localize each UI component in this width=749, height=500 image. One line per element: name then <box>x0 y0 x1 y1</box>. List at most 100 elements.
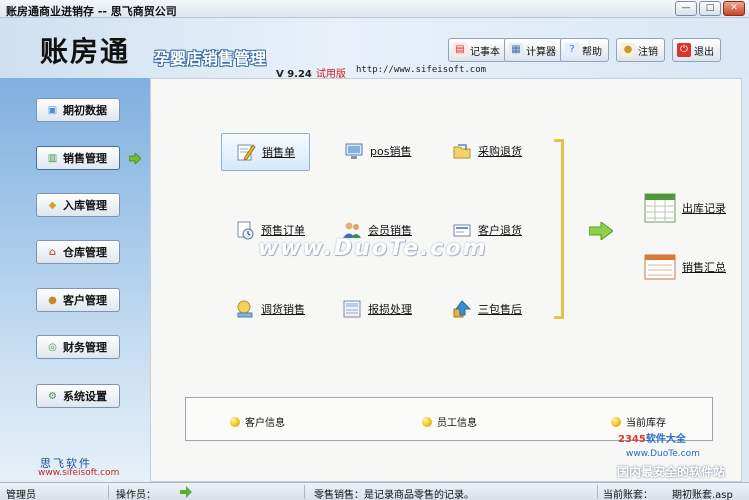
status-account-label: 当前账套： <box>603 490 653 500</box>
window-title: 账房通商业进销存 -- 思飞商贸公司 <box>6 5 177 18</box>
damage-report-icon <box>343 300 361 318</box>
watermark-badge: 2345软件大全 <box>618 430 686 445</box>
report-sales-summary-label: 销售汇总 <box>682 261 726 274</box>
bullet-dot-icon <box>611 416 621 427</box>
finance-icon: ◎ <box>48 341 57 353</box>
help-button[interactable]: ? 帮助 <box>560 38 609 62</box>
func-sales-order[interactable]: 销售单 <box>221 133 310 171</box>
calculator-icon: ▦ <box>509 43 523 57</box>
help-icon: ? <box>565 43 579 57</box>
status-hint: 零售销售：是记录商品零售的记录。 <box>314 490 474 500</box>
to-reports-arrow-icon <box>589 222 613 240</box>
watermark-badge-text: 软件大全 <box>645 434 686 445</box>
info-inventory[interactable]: 当前库存 <box>611 414 666 429</box>
status-account-value: 期初账套.asp <box>672 490 733 500</box>
nav-finance-label: 财务管理 <box>63 341 107 354</box>
func-purchase-return-label: 采购退货 <box>478 145 522 158</box>
sidebar-footer-url: www.sifeisoft.com <box>38 468 120 478</box>
initial-data-icon: ▣ <box>47 104 58 116</box>
customer-icon: ● <box>48 294 57 306</box>
report-sales-summary[interactable]: 销售汇总 <box>644 254 726 280</box>
bullet-dot-icon <box>230 416 240 427</box>
nav-warehouse[interactable]: ⌂ 仓库管理 <box>36 240 120 264</box>
website-url: http://www.sifeisoft.com <box>356 65 487 75</box>
nav-finance[interactable]: ◎ 财务管理 <box>36 335 120 359</box>
close-button[interactable]: ✕ <box>723 1 745 16</box>
stock-in-icon: ◆ <box>48 199 57 211</box>
report-outbound-records[interactable]: 出库记录 <box>644 193 726 223</box>
watermark-tagline: 国内最安全的软件站 <box>617 465 726 479</box>
left-navigation <box>0 78 150 482</box>
status-role: 管理员 <box>6 490 36 500</box>
nav-settings[interactable]: ⚙ 系统设置 <box>36 384 120 408</box>
sales-summary-icon <box>644 254 676 280</box>
notepad-button[interactable]: ▤ 记事本 <box>448 38 507 62</box>
info-customer-label: 客户信息 <box>245 418 285 429</box>
info-customer[interactable]: 客户信息 <box>230 414 285 429</box>
sales-order-icon <box>237 144 256 161</box>
exit-icon: ⏻ <box>677 43 691 57</box>
nav-initial-data[interactable]: ▣ 期初数据 <box>36 98 120 122</box>
app-header: 账房通 孕婴店销售管理 V 9.24 试用版 http://www.sifeiso… <box>0 18 749 80</box>
maximize-button[interactable]: □ <box>699 1 721 16</box>
calculator-label: 计算器 <box>526 46 556 58</box>
status-operator-label: 操作员： <box>116 490 156 500</box>
purchase-return-icon <box>453 144 471 159</box>
help-label: 帮助 <box>582 46 602 58</box>
nav-initial-data-label: 期初数据 <box>63 104 107 117</box>
notepad-label: 记事本 <box>470 46 500 58</box>
func-transfer-sales-label: 调货销售 <box>261 303 305 316</box>
nav-customer-label: 客户管理 <box>63 294 107 307</box>
window-controls: — □ ✕ <box>675 1 745 16</box>
watermark-badge-number: 2345 <box>618 434 646 445</box>
func-damage-report[interactable]: 报损处理 <box>342 299 412 319</box>
func-purchase-return[interactable]: 采购退货 <box>452 141 522 161</box>
sales-icon: ▥ <box>47 152 58 164</box>
func-sales-order-label: 销售单 <box>262 146 295 159</box>
active-nav-arrow-icon <box>129 153 141 164</box>
logout-user-icon: ● <box>621 43 635 57</box>
logout-label: 注销 <box>638 46 658 58</box>
group-bracket <box>554 139 564 319</box>
status-arrow-icon <box>180 486 192 498</box>
nav-stock-in[interactable]: ◆ 入库管理 <box>36 193 120 217</box>
nav-warehouse-label: 仓库管理 <box>63 246 107 259</box>
exit-label: 退出 <box>694 46 714 58</box>
func-transfer-sales[interactable]: 调货销售 <box>235 299 305 319</box>
bullet-dot-icon <box>422 416 432 427</box>
nav-customer[interactable]: ● 客户管理 <box>36 288 120 312</box>
calculator-button[interactable]: ▦ 计算器 <box>504 38 563 62</box>
presale-order-icon <box>237 221 254 240</box>
watermark-badge-url: www.DuoTe.com <box>626 449 700 459</box>
warehouse-icon: ⌂ <box>48 246 57 258</box>
info-employee[interactable]: 员工信息 <box>422 414 477 429</box>
report-outbound-records-label: 出库记录 <box>682 202 726 215</box>
nav-sales-management[interactable]: ▥ 销售管理 <box>36 146 120 170</box>
status-separator <box>304 485 305 499</box>
status-separator <box>108 485 109 499</box>
status-separator <box>597 485 598 499</box>
watermark-text: www.DuoTe.com <box>258 236 488 261</box>
settings-icon: ⚙ <box>48 390 57 402</box>
func-pos-sales[interactable]: pos销售 <box>344 141 411 161</box>
window-titlebar: 账房通商业进销存 -- 思飞商贸公司 — □ ✕ <box>0 0 749 18</box>
nav-settings-label: 系统设置 <box>63 390 107 403</box>
func-after-sales-label: 三包售后 <box>478 303 522 316</box>
nav-stock-in-label: 入库管理 <box>63 199 107 212</box>
status-bar: 管理员 操作员： 零售销售：是记录商品零售的记录。 当前账套： 期初账套.asp <box>0 482 749 500</box>
logout-button[interactable]: ● 注销 <box>616 38 665 62</box>
minimize-button[interactable]: — <box>675 1 697 16</box>
func-damage-report-label: 报损处理 <box>368 303 412 316</box>
pos-terminal-icon <box>345 143 363 159</box>
notepad-icon: ▤ <box>453 43 467 57</box>
brand-logo: 账房通 <box>40 35 131 68</box>
module-subtitle: 孕婴店销售管理 <box>154 49 267 68</box>
exit-button[interactable]: ⏻ 退出 <box>672 38 721 62</box>
transfer-sales-icon <box>237 300 253 318</box>
func-pos-sales-label: pos销售 <box>370 145 412 158</box>
info-employee-label: 员工信息 <box>437 418 477 429</box>
info-inventory-label: 当前库存 <box>626 418 666 429</box>
outbound-records-icon <box>644 193 676 223</box>
nav-sales-management-label: 销售管理 <box>63 152 107 165</box>
func-after-sales[interactable]: 三包售后 <box>452 299 522 319</box>
